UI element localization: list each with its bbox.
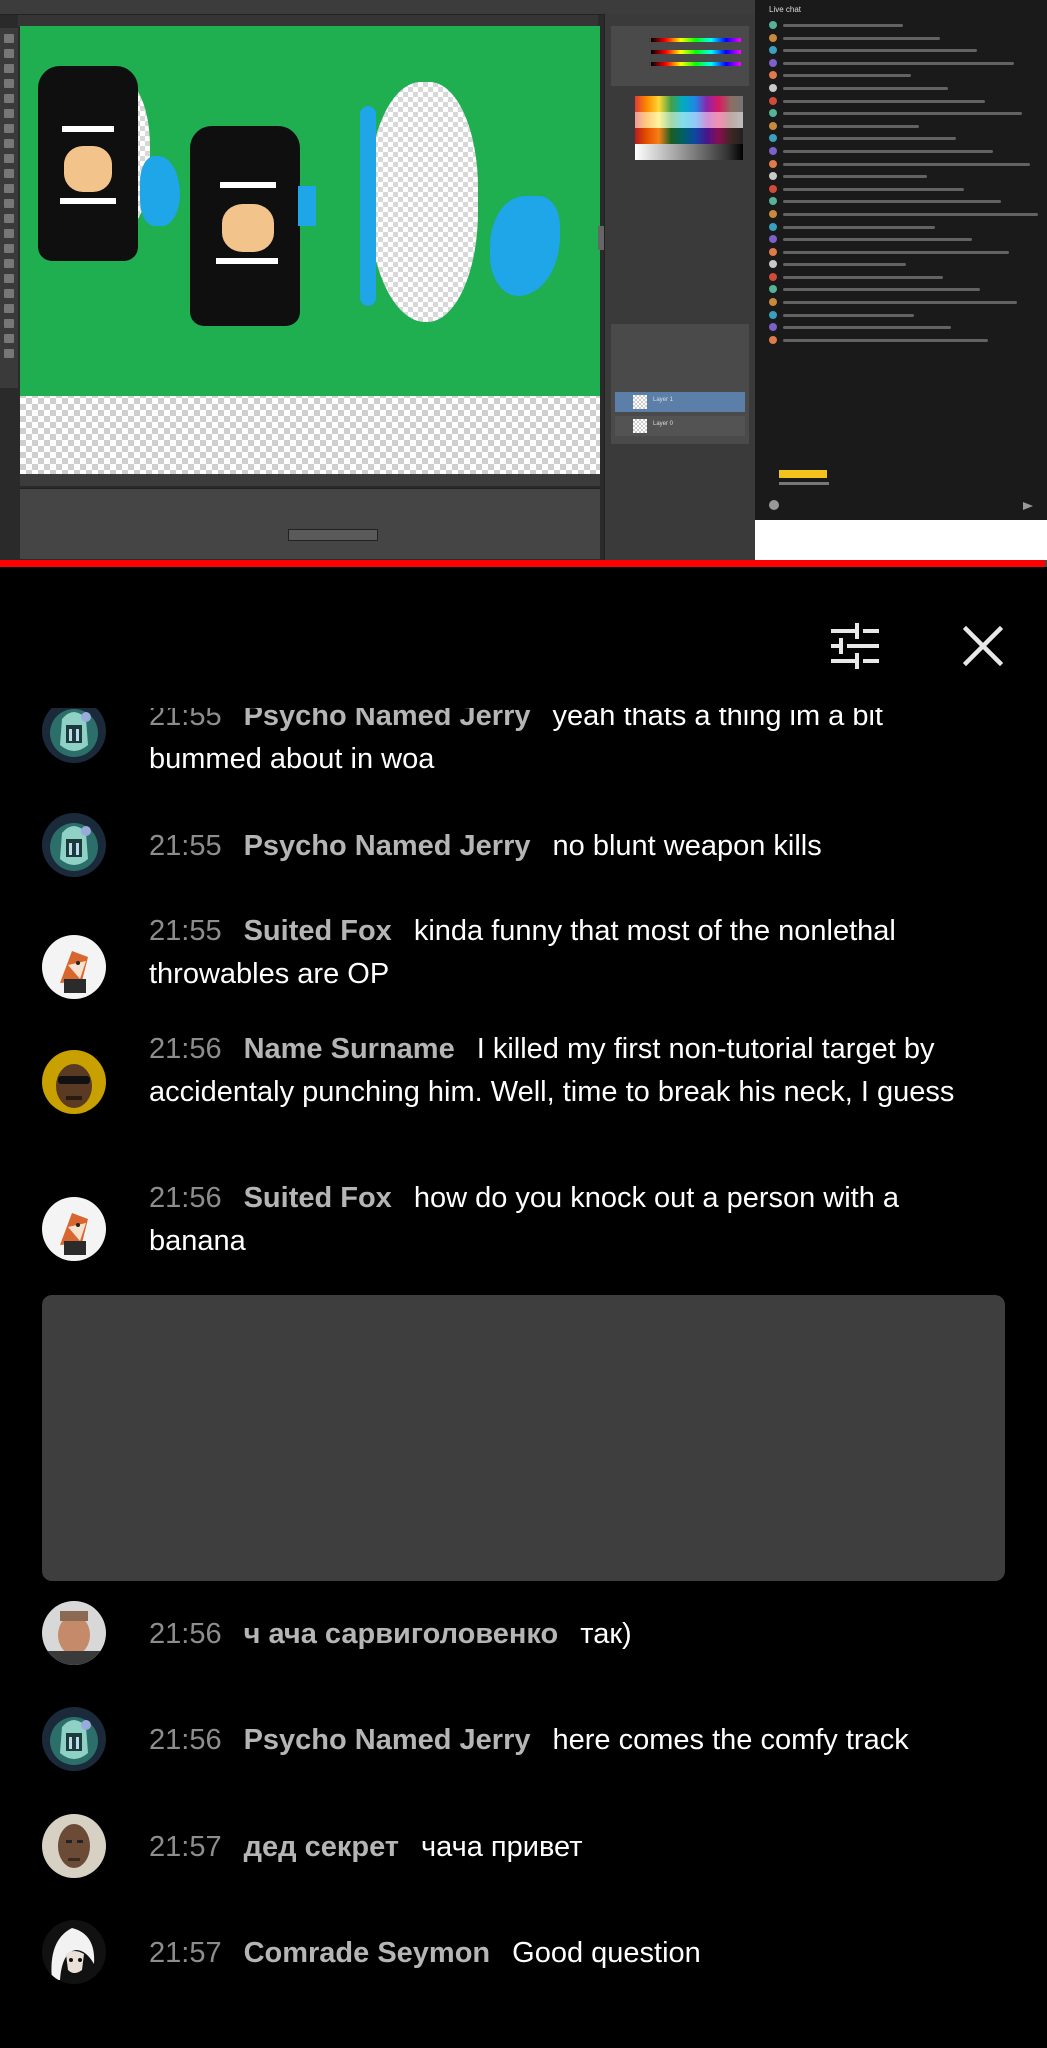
- message-author[interactable]: дед секрет: [244, 1831, 399, 1863]
- embedded-live-chat: Live chat: [755, 0, 1047, 560]
- message-time: 21:56: [149, 1724, 222, 1756]
- progress-fill: [0, 560, 1045, 567]
- message-time: 21:56: [149, 1618, 222, 1650]
- avatar-psycho-named-jerry[interactable]: [42, 813, 106, 877]
- photoshop-options-bar: [0, 0, 755, 15]
- embedded-chat-row: [769, 209, 1039, 222]
- embedded-chat-row: [769, 196, 1039, 209]
- embedded-chat-row: [769, 20, 1039, 33]
- embedded-chat-row: [769, 297, 1039, 310]
- photoshop-side-panels: Layer 1 Layer 0: [604, 14, 755, 560]
- message-body: так): [580, 1618, 632, 1650]
- message-body: чача привет: [421, 1831, 583, 1863]
- avatar-psycho-named-jerry[interactable]: [42, 708, 106, 763]
- chat-message-text: 21:57 дед секрет чача привет: [149, 1826, 989, 1869]
- sliders-icon: [831, 623, 879, 669]
- message-author[interactable]: Psycho Named Jerry: [244, 830, 531, 862]
- embedded-chat-row: [769, 335, 1039, 348]
- video-player[interactable]: Layer 1 Layer 0 Live chat: [0, 0, 1047, 560]
- avatar-suited-fox[interactable]: [42, 935, 106, 999]
- video-progress-bar[interactable]: [0, 560, 1047, 567]
- sprite-agent-1: [30, 66, 180, 266]
- embedded-chat-footer: [769, 500, 1033, 512]
- message-time: 21:56: [149, 1033, 222, 1065]
- close-chat-button[interactable]: [951, 614, 1015, 678]
- pixel-art-canvas: [20, 26, 600, 474]
- embedded-chat-row: [769, 234, 1039, 247]
- embedded-chat-row: [769, 45, 1039, 58]
- chat-message-text: 21:56 Psycho Named Jerry here comes the co…: [149, 1719, 989, 1762]
- photoshop-toolbar: [0, 28, 18, 388]
- chat-message-text: 21:55 Suited Fox kinda funny that most of …: [149, 910, 989, 996]
- selection-blob: [368, 82, 478, 322]
- embedded-chat-row: [769, 171, 1039, 184]
- message-time: 21:55: [149, 830, 222, 862]
- message-author[interactable]: Suited Fox: [244, 915, 392, 947]
- chat-message-text: 21:55 Psycho Named Jerry yeah thats a thin…: [149, 708, 989, 781]
- embedded-chat-row: [769, 322, 1039, 335]
- blue-tail-shape: [490, 196, 560, 296]
- embedded-chat-row: [769, 272, 1039, 285]
- message-time: 21:57: [149, 1831, 222, 1863]
- blue-fin-shape: [360, 106, 376, 306]
- embedded-chat-row: [769, 108, 1039, 121]
- message-body: Good question: [512, 1937, 701, 1969]
- embedded-chat-title: Live chat: [769, 5, 802, 14]
- embedded-chat-row: [769, 247, 1039, 260]
- embedded-chat-row: [769, 33, 1039, 46]
- embedded-chat-row: [769, 96, 1039, 109]
- embedded-chat-row: [769, 83, 1039, 96]
- message-author[interactable]: Name Surname: [244, 1033, 455, 1065]
- chat-message-text: 21:56 Suited Fox how do you knock out a pe…: [149, 1177, 989, 1263]
- photoshop-status-bar: [20, 474, 600, 486]
- embedded-chat-row: [769, 184, 1039, 197]
- message-author[interactable]: ч ача сарвиголовенко: [244, 1618, 559, 1650]
- message-author[interactable]: Suited Fox: [244, 1182, 392, 1214]
- embedded-white-area: [755, 520, 1047, 560]
- avatar-chacha[interactable]: [42, 1601, 106, 1665]
- embedded-chat-row: [769, 133, 1039, 146]
- avatar-suited-fox[interactable]: [42, 1197, 106, 1261]
- embedded-chat-row: [769, 70, 1039, 83]
- embedded-chat-input: [769, 468, 1029, 492]
- chat-filter-button[interactable]: [823, 614, 887, 678]
- chat-message-list[interactable]: 21:55 Psycho Named Jerry yeah thats a thin…: [0, 708, 1047, 2048]
- avatar-comrade-seymon[interactable]: [42, 1920, 106, 1984]
- embedded-chat-row: [769, 58, 1039, 71]
- embedded-chat-row: [769, 259, 1039, 272]
- embedded-chat-row: [769, 222, 1039, 235]
- chat-message-text: 21:56 ч ача сарвиголовенко так): [149, 1613, 989, 1656]
- avatar-ded-sekret[interactable]: [42, 1814, 106, 1878]
- chat-message-text: 21:55 Psycho Named Jerry no blunt weapon k…: [149, 825, 989, 868]
- embedded-chat-row: [769, 121, 1039, 134]
- message-time: 21:57: [149, 1937, 222, 1969]
- chat-message-text: 21:56 Name Surname I killed my first non-t…: [149, 1028, 989, 1114]
- chat-message-text: 21:57 Comrade Seymon Good question: [149, 1932, 989, 1975]
- message-author[interactable]: Psycho Named Jerry: [244, 1724, 531, 1756]
- chat-placeholder-card: [42, 1295, 1005, 1581]
- color-panel: [611, 26, 749, 86]
- layers-panel: Layer 1 Layer 0: [611, 324, 749, 444]
- message-author[interactable]: Psycho Named Jerry: [244, 708, 531, 732]
- swatches-panel: [635, 96, 743, 160]
- message-time: 21:55: [149, 915, 222, 947]
- message-time: 21:55: [149, 708, 222, 732]
- photoshop-timeline-panel: [20, 488, 600, 559]
- embedded-chat-row: [769, 159, 1039, 172]
- close-icon: [963, 626, 1003, 666]
- embedded-chat-rows: [769, 20, 1039, 347]
- message-body: here comes the comfy track: [552, 1724, 909, 1756]
- message-body: no blunt weapon kills: [552, 830, 822, 862]
- message-author[interactable]: Comrade Seymon: [244, 1937, 491, 1969]
- sprite-agent-2: [190, 126, 316, 326]
- message-time: 21:56: [149, 1182, 222, 1214]
- embedded-chat-row: [769, 146, 1039, 159]
- avatar-name-surname[interactable]: [42, 1050, 106, 1114]
- embedded-chat-row: [769, 284, 1039, 297]
- avatar-psycho-named-jerry[interactable]: [42, 1707, 106, 1771]
- embedded-chat-row: [769, 310, 1039, 323]
